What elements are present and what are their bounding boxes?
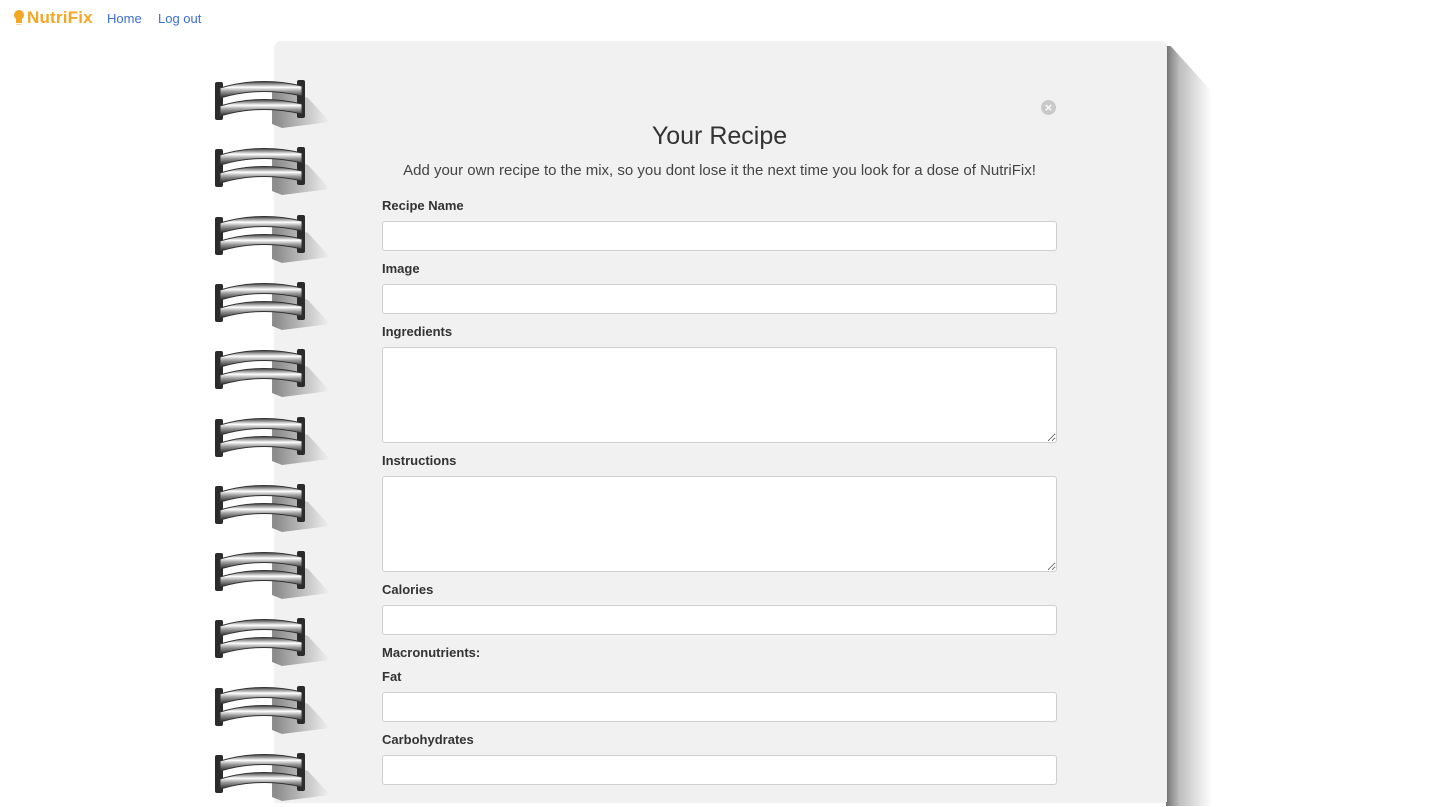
spiral-ring-icon — [215, 147, 330, 196]
close-icon[interactable]: × — [1041, 100, 1056, 115]
ingredients-label: Ingredients — [382, 324, 453, 339]
navbar: NutriFix Home Log out — [0, 0, 1439, 38]
spiral-ring-icon — [215, 551, 330, 600]
calories-input[interactable] — [382, 605, 1057, 635]
fat-label: Fat — [382, 669, 402, 684]
nav-logout-link[interactable]: Log out — [158, 11, 201, 26]
spiral-ring-icon — [215, 685, 330, 734]
spiral-ring-icon — [215, 214, 330, 263]
form-subtitle: Add your own recipe to the mix, so you d… — [403, 162, 1036, 179]
carbohydrates-label: Carbohydrates — [382, 732, 474, 747]
form-title: Your Recipe — [651, 122, 788, 150]
carbohydrates-input[interactable] — [382, 755, 1057, 785]
recipe-name-input[interactable] — [382, 221, 1057, 251]
spiral-ring-icon — [215, 753, 330, 801]
recipe-name-label: Recipe Name — [382, 198, 464, 213]
instructions-label: Instructions — [382, 453, 457, 468]
spiral-binding — [212, 78, 337, 801]
spiral-ring-icon — [215, 349, 330, 398]
notebook-shadow — [1166, 46, 1212, 806]
spiral-ring-icon — [215, 483, 330, 532]
calories-label: Calories — [382, 582, 434, 597]
brand-name: NutriFix — [27, 8, 93, 27]
chef-hat-icon — [14, 10, 24, 25]
fat-input[interactable] — [382, 692, 1057, 722]
nav-home-link[interactable]: Home — [107, 11, 142, 26]
spiral-ring-icon — [215, 416, 330, 465]
spiral-ring-icon — [215, 618, 330, 667]
spiral-ring-icon — [215, 281, 330, 330]
instructions-textarea[interactable] — [382, 476, 1057, 572]
spiral-ring-icon — [215, 80, 330, 128]
image-label: Image — [382, 261, 420, 276]
brand-logo-link[interactable]: NutriFix — [13, 8, 93, 28]
image-input[interactable] — [382, 284, 1057, 314]
macronutrients-heading: Macronutrients: — [382, 645, 481, 660]
ingredients-textarea[interactable] — [382, 347, 1057, 443]
